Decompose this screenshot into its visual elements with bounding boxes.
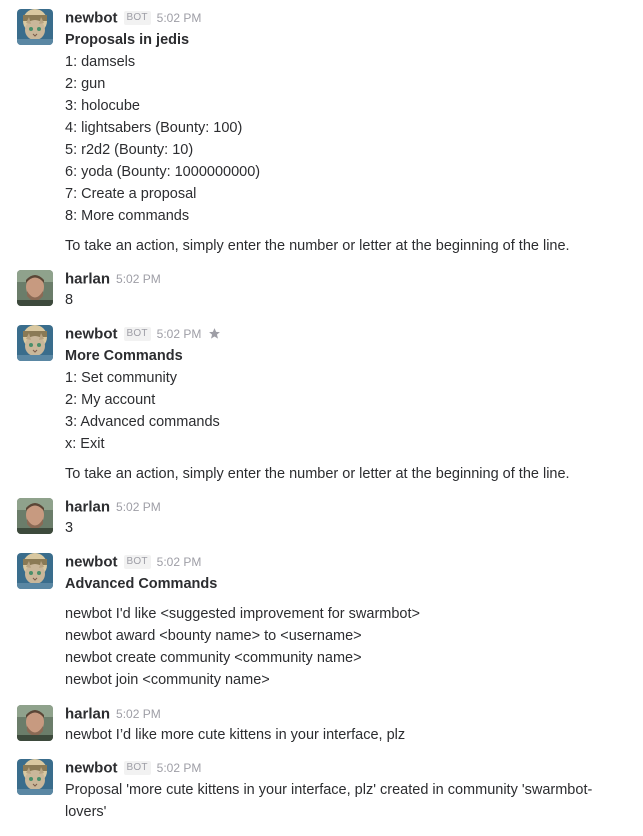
message-header: newbot BOT 5:02 PM	[65, 325, 221, 343]
bot-avatar[interactable]	[17, 9, 53, 45]
list-item: 3: Advanced commands	[65, 414, 220, 430]
author-name[interactable]: newbot	[65, 9, 118, 26]
bot-avatar[interactable]	[17, 553, 53, 589]
author-name[interactable]: harlan	[65, 498, 110, 515]
message-title: Advanced Commands	[65, 576, 218, 592]
list-item: 7: Create a proposal	[65, 186, 197, 202]
star-icon[interactable]	[208, 327, 221, 340]
list-item: 2: gun	[65, 76, 106, 92]
list-item: newbot join <community name>	[65, 672, 270, 688]
message-header: newbot BOT 5:02 PM	[65, 553, 201, 571]
bot-badge: BOT	[123, 554, 151, 569]
author-name[interactable]: newbot	[65, 553, 118, 570]
list-item: 5: r2d2 (Bounty: 10)	[65, 142, 194, 158]
message-header: newbot BOT 5:02 PM	[65, 9, 201, 27]
list-item: 6: yoda (Bounty: 1000000000)	[65, 164, 261, 180]
bot-avatar[interactable]	[17, 325, 53, 361]
timestamp[interactable]: 5:02 PM	[157, 555, 202, 569]
timestamp[interactable]: 5:02 PM	[116, 500, 161, 514]
list-item: 1: damsels	[65, 54, 136, 70]
timestamp[interactable]: 5:02 PM	[157, 327, 202, 341]
message-header: harlan 5:02 PM	[65, 498, 161, 516]
bot-badge: BOT	[123, 760, 151, 775]
timestamp[interactable]: 5:02 PM	[116, 272, 161, 286]
list-item: 2: My account	[65, 392, 156, 408]
list-item: 4: lightsabers (Bounty: 100)	[65, 120, 243, 136]
list-item: newbot award <bounty name> to <username>	[65, 628, 362, 644]
bot-badge: BOT	[123, 326, 151, 341]
message-text: 3	[65, 520, 74, 536]
message-footer: To take an action, simply enter the numb…	[65, 238, 570, 254]
author-name[interactable]: harlan	[65, 270, 110, 287]
timestamp[interactable]: 5:02 PM	[157, 761, 202, 775]
bot-badge: BOT	[123, 10, 151, 25]
message-title: Proposals in jedis	[65, 32, 190, 48]
message-text: newbot I’d like more cute kittens in you…	[65, 727, 406, 743]
list-item: newbot create community <community name>	[65, 650, 362, 666]
author-name[interactable]: harlan	[65, 705, 110, 722]
author-name[interactable]: newbot	[65, 325, 118, 342]
message-header: harlan 5:02 PM	[65, 705, 161, 723]
user-avatar[interactable]	[17, 270, 53, 306]
timestamp[interactable]: 5:02 PM	[157, 11, 202, 25]
message-header: harlan 5:02 PM	[65, 270, 161, 288]
timestamp[interactable]: 5:02 PM	[116, 707, 161, 721]
list-item: 3: holocube	[65, 98, 140, 114]
list-item: x: Exit	[65, 436, 105, 452]
message-text: Proposal 'more cute kittens in your inte…	[65, 782, 593, 820]
author-name[interactable]: newbot	[65, 759, 118, 776]
message-footer: To take an action, simply enter the numb…	[65, 466, 570, 482]
message-header: newbot BOT 5:02 PM	[65, 759, 201, 777]
user-avatar[interactable]	[17, 498, 53, 534]
user-avatar[interactable]	[17, 705, 53, 741]
list-item: 1: Set community	[65, 370, 178, 386]
bot-avatar[interactable]	[17, 759, 53, 795]
message-title: More Commands	[65, 348, 183, 364]
message-text: 8	[65, 292, 74, 308]
list-item: 8: More commands	[65, 208, 190, 224]
list-item: newbot I'd like <suggested improvement f…	[65, 606, 420, 622]
